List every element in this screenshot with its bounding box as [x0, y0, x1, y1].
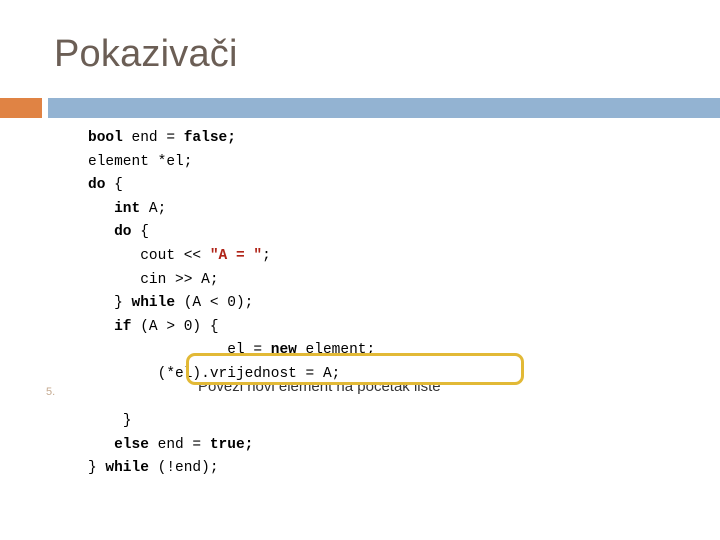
code-text: A; — [140, 200, 167, 217]
code-text: ; — [262, 247, 271, 264]
accent-bar-orange — [0, 98, 42, 118]
code-line: cin >> A; — [88, 269, 375, 293]
code-text: (A > 0) { — [131, 318, 219, 335]
code-text: (!end); — [148, 460, 219, 477]
code-text: (A < 0); — [175, 295, 254, 312]
code-keyword: while — [105, 460, 149, 477]
code-text: end = — [148, 436, 210, 453]
page-title: Pokazivači — [54, 33, 238, 75]
code-line: do { — [88, 221, 375, 245]
code-line: } — [88, 410, 375, 434]
code-text: end = — [122, 130, 184, 146]
slide-bullet-number: 5. — [46, 386, 56, 398]
code-keyword: int — [114, 200, 141, 217]
code-text: element *el; — [88, 153, 193, 170]
code-line: if (A > 0) { — [88, 316, 375, 340]
code-listing: bool end = false; element *el; do { int A;… — [88, 127, 375, 481]
code-keyword: while — [131, 295, 176, 312]
code-line: } while (A < 0); — [88, 292, 375, 316]
code-line: do { — [88, 174, 375, 198]
code-line: cout << "A = "; — [88, 245, 375, 269]
code-text: { — [105, 177, 123, 194]
code-line: int A; — [88, 198, 375, 222]
code-line: bool end = false; — [88, 127, 375, 151]
annotation-comment: Poveži novi element na početak liste — [198, 383, 441, 398]
accent-bar-blue — [48, 98, 720, 118]
code-text: cin >> A; — [140, 271, 219, 288]
code-line: else end = true; — [88, 434, 375, 458]
code-keyword: false; — [183, 130, 236, 146]
code-keyword: bool — [88, 130, 123, 146]
code-string-literal: "A = " — [209, 247, 263, 264]
code-line: element *el; — [88, 151, 375, 175]
highlight-rectangle-annotation — [186, 353, 524, 385]
code-text: } — [88, 460, 106, 477]
code-keyword: true; — [209, 436, 254, 453]
code-text: { — [131, 224, 149, 241]
code-keyword: do — [88, 177, 106, 194]
code-text: } — [114, 295, 132, 312]
code-keyword: else — [114, 436, 149, 453]
code-line: } while (!end); — [88, 457, 375, 481]
code-text: } — [122, 413, 132, 430]
code-keyword: if — [114, 318, 132, 335]
code-text: cout << — [140, 247, 210, 264]
code-keyword: do — [114, 224, 132, 241]
